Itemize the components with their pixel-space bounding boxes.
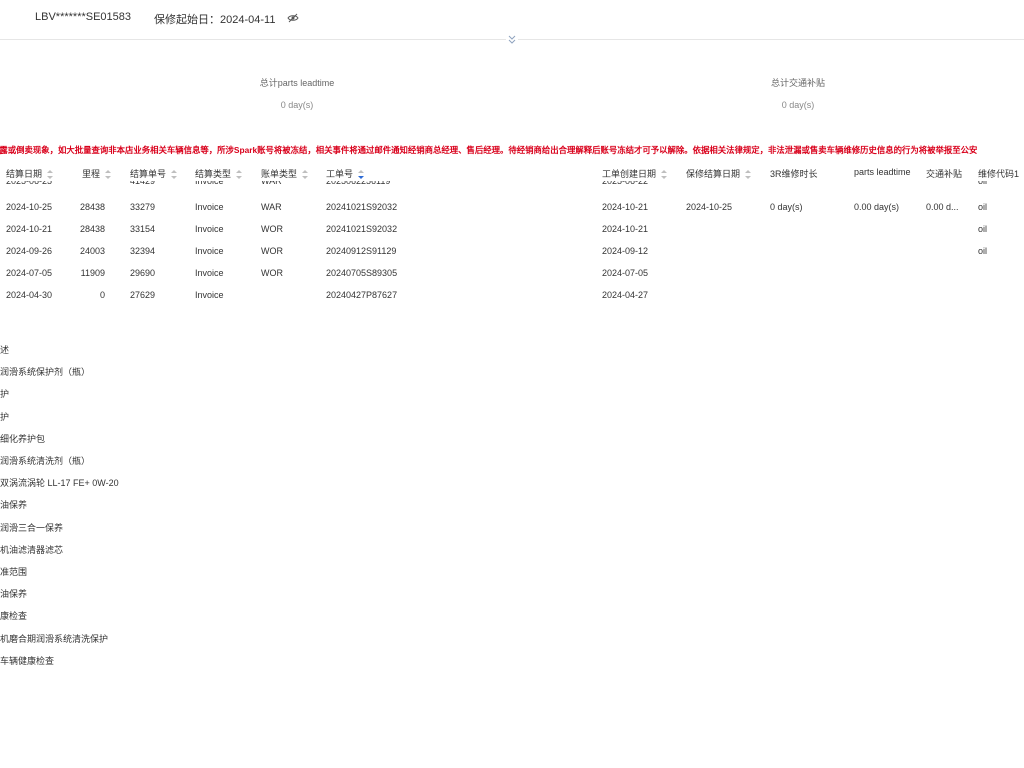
- table-cell: 0 day(s): [770, 202, 803, 212]
- column-header-3r-repair-duration: 3R维修时长: [770, 169, 818, 179]
- sort-icon: [171, 170, 178, 180]
- data-privacy-warning: 泄露或倒卖现象，如大批量查询非本店业务相关车辆信息等，所涉Spark账号将被冻结…: [0, 145, 978, 155]
- table-cell: oil: [978, 224, 988, 234]
- table-cell: Invoice: [195, 268, 224, 278]
- table-cell: 2024-10-21: [6, 224, 53, 234]
- list-item: 准范围: [0, 567, 28, 577]
- column-header-work-order-no[interactable]: 工单号: [326, 167, 365, 180]
- sort-desc-icon: [358, 170, 365, 180]
- total-traffic-subsidy: 总计交通补贴 0 day(s): [718, 76, 878, 110]
- column-header-settlement-type[interactable]: 结算类型: [195, 167, 243, 180]
- stat-label: 总计parts leadtime: [259, 78, 335, 88]
- list-item: 护: [0, 411, 10, 422]
- list-item: 双涡流涡轮 LL-17 FE+ 0W-20: [0, 478, 119, 489]
- table-cell: WOR: [261, 268, 283, 278]
- table-cell: WAR: [261, 202, 282, 212]
- table-cell: 2024-07-05: [602, 268, 649, 278]
- column-header-work-order-date[interactable]: 工单创建日期: [602, 167, 668, 180]
- table-cell: WOR: [261, 224, 283, 234]
- sort-icon: [745, 170, 752, 180]
- table-cell: 32394: [130, 246, 156, 256]
- stat-value: 0 day(s): [781, 100, 815, 110]
- table-cell: 20241021S92032: [326, 202, 398, 212]
- stat-value: 0 day(s): [280, 100, 314, 110]
- list-item: 康检查: [0, 611, 28, 622]
- settlement-table: 结算日期 里程 结算单号 结算类型 账单类型 工单号 工单创建日期 保修结算日期…: [6, 167, 1020, 300]
- list-item: 细化养护包: [0, 433, 46, 444]
- table-cell: 2024-10-21: [602, 202, 649, 212]
- table-cell: 0.00 day(s): [854, 202, 900, 212]
- table-cell: 2024-09-26: [6, 246, 53, 256]
- sort-icon: [236, 170, 243, 180]
- table-cell: 20241021S92032: [326, 224, 398, 234]
- list-item: 油保养: [0, 589, 28, 600]
- table-cell: 0.00 d...: [926, 202, 959, 212]
- table-cell: Invoice: [195, 202, 224, 212]
- collapse-chevron-icon[interactable]: [506, 34, 518, 46]
- list-item: 润滑三合一保养: [0, 522, 64, 533]
- vin-text: LBV*******SE01583: [35, 11, 132, 23]
- table-cell: 29690: [130, 268, 156, 278]
- list-item: 车辆健康检查: [0, 655, 55, 666]
- table-cell: Invoice: [195, 224, 224, 234]
- warranty-start-date: 保修起始日：2024-04-11: [154, 14, 276, 26]
- column-header-bill-type[interactable]: 账单类型: [261, 167, 309, 180]
- eye-off-icon[interactable]: [287, 12, 299, 24]
- column-header-repair-code-1: 维修代码1: [978, 169, 1020, 179]
- table-cell: 2024-10-25: [6, 202, 53, 212]
- list-item: 油保养: [0, 500, 28, 511]
- table-cell: 33154: [130, 224, 156, 234]
- table-cell: WOR: [261, 246, 283, 256]
- sort-icon: [47, 170, 54, 180]
- table-cell: 20240912S91129: [326, 246, 397, 256]
- sort-icon: [105, 170, 112, 180]
- stat-label: 总计交通补贴: [770, 78, 825, 88]
- column-header-settlement-date[interactable]: 结算日期: [6, 167, 54, 180]
- table-cell: 20240427P87627: [326, 290, 398, 300]
- table-cell: oil: [978, 246, 988, 256]
- column-header-settlement-no[interactable]: 结算单号: [130, 167, 178, 180]
- list-item: 机磨合期润滑系统清洗保护: [0, 633, 109, 644]
- sort-icon: [661, 170, 668, 180]
- column-header-mileage[interactable]: 里程: [82, 167, 112, 180]
- table-cell: 2024-10-21: [602, 224, 649, 234]
- table-cell: 2024-04-27: [602, 290, 649, 300]
- table-cell: 2024-04-30: [6, 290, 53, 300]
- table-cell: oil: [978, 202, 988, 212]
- table-cell: 20240705S89305: [326, 268, 398, 278]
- table-cell: 2024-10-25: [686, 202, 733, 212]
- table-cell: 2024-09-12: [602, 246, 649, 256]
- list-item: 润滑系统清洗剂（瓶）: [0, 456, 91, 466]
- total-parts-leadtime: 总计parts leadtime 0 day(s): [217, 76, 377, 110]
- table-cell: 33279: [130, 202, 156, 212]
- table-cell: Invoice: [195, 290, 224, 300]
- column-header-traffic-subsidy: 交通补贴: [926, 169, 963, 179]
- column-header-parts-leadtime: parts leadtime: [854, 167, 911, 177]
- table-cell: 2024-07-05: [6, 268, 53, 278]
- list-item: 机油滤清器滤芯: [0, 544, 64, 555]
- table-cell: 27629: [130, 290, 156, 300]
- list-item: 述: [0, 345, 10, 355]
- column-header-warranty-settlement-date[interactable]: 保修结算日期: [686, 167, 752, 180]
- list-item: 润滑系统保护剂（瓶）: [0, 367, 91, 378]
- list-item: 护: [0, 389, 10, 400]
- sort-icon: [302, 170, 309, 180]
- table-cell: Invoice: [195, 246, 224, 256]
